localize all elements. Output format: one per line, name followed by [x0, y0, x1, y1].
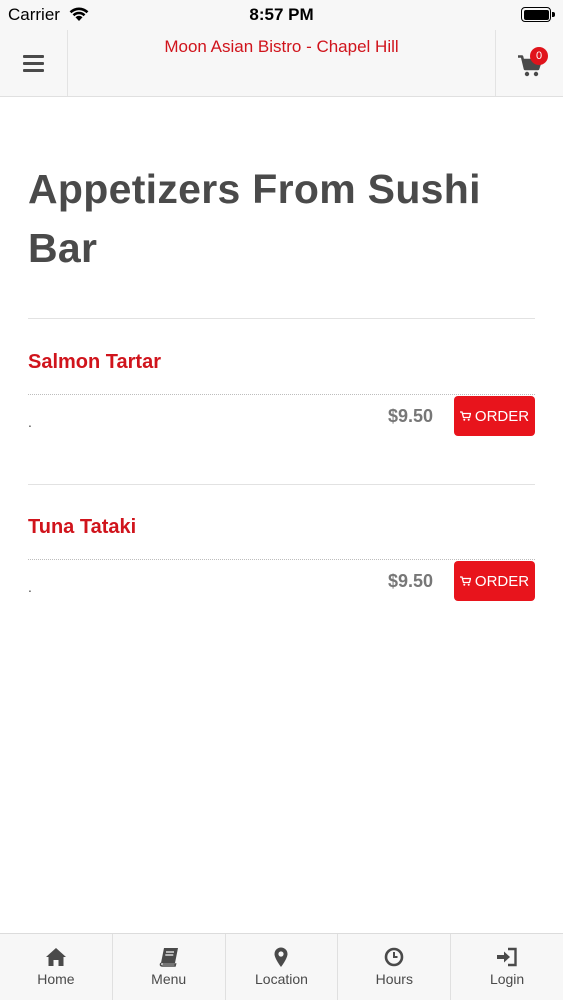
nav-menu[interactable]: Menu — [113, 934, 226, 1000]
status-bar: Carrier 8:57 PM — [0, 0, 563, 30]
map-pin-icon — [274, 947, 288, 967]
login-icon — [497, 947, 517, 967]
divider — [28, 318, 535, 319]
menu-item: Tuna Tataki . $9.50 ORDER — [28, 516, 535, 616]
order-label: ORDER — [474, 407, 530, 425]
clock-time: 8:57 PM — [249, 5, 314, 24]
order-label: ORDER — [474, 572, 530, 590]
menu-item: Salmon Tartar . $9.50 ORDER — [28, 351, 535, 451]
home-icon — [45, 948, 66, 966]
item-name[interactable]: Salmon Tartar — [28, 351, 161, 374]
nav-label: Hours — [375, 971, 413, 987]
dotted-separator — [28, 394, 535, 395]
book-icon — [159, 948, 178, 967]
restaurant-title: Moon Asian Bistro - Chapel Hill — [164, 37, 399, 56]
cart-icon — [459, 411, 471, 421]
cart-icon — [459, 576, 471, 586]
nav-hours[interactable]: Hours — [338, 934, 452, 1000]
item-price: $9.50 — [387, 571, 433, 591]
nav-login[interactable]: Login — [451, 934, 563, 1000]
item-description: . — [28, 579, 32, 595]
item-description: . — [28, 414, 32, 430]
bottom-nav: Home Menu Location Hours Login — [0, 933, 563, 1000]
order-button[interactable]: ORDER — [454, 396, 535, 436]
nav-label: Login — [489, 971, 525, 987]
clock-icon — [384, 947, 404, 967]
nav-label: Location — [255, 971, 308, 987]
divider — [28, 484, 535, 485]
cart-count-badge: 0 — [530, 47, 548, 65]
item-name[interactable]: Tuna Tataki — [28, 516, 136, 539]
hamburger-icon — [23, 55, 44, 72]
dotted-separator — [28, 559, 535, 560]
cart-button[interactable]: 0 — [495, 30, 563, 96]
nav-label: Menu — [151, 971, 187, 987]
category-title: Appetizers From Sushi Bar — [28, 166, 481, 271]
nav-location[interactable]: Location — [226, 934, 339, 1000]
nav-label: Home — [37, 971, 75, 987]
order-button[interactable]: ORDER — [454, 561, 535, 601]
item-price: $9.50 — [387, 406, 433, 426]
menu-button[interactable] — [0, 30, 68, 96]
battery-icon — [521, 7, 555, 22]
app-header: Moon Asian Bistro - Chapel Hill 0 — [0, 30, 563, 97]
nav-home[interactable]: Home — [0, 934, 113, 1000]
